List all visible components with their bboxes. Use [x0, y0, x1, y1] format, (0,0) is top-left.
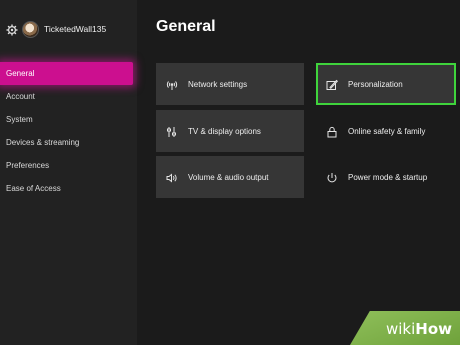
tile-label: Personalization [348, 79, 403, 89]
speaker-icon [166, 171, 178, 183]
sidebar-item-ease-of-access[interactable]: Ease of Access [0, 177, 137, 200]
sidebar-item-general[interactable]: General [0, 62, 133, 85]
gear-icon[interactable] [6, 23, 18, 36]
profile-header: TicketedWall135 [6, 19, 106, 39]
sidebar-item-devices-streaming[interactable]: Devices & streaming [0, 131, 137, 154]
tile-label: Volume & audio output [188, 172, 269, 182]
power-icon [326, 171, 338, 183]
sidebar-nav: General Account System Devices & streami… [0, 62, 137, 200]
tile-label: TV & display options [188, 126, 261, 136]
sidebar-item-system[interactable]: System [0, 108, 137, 131]
tv-icon [166, 125, 178, 137]
sidebar-item-account[interactable]: Account [0, 85, 137, 108]
avatar[interactable] [22, 20, 39, 38]
sidebar-item-preferences[interactable]: Preferences [0, 154, 137, 177]
watermark-logo: wikiHow [386, 320, 452, 338]
page-title: General [156, 18, 216, 35]
sidebar: TicketedWall135 General Account System D… [0, 0, 137, 345]
tile-label: Online safety & family [348, 126, 426, 136]
personalization-icon [326, 78, 338, 90]
personalization-tile[interactable]: Personalization [316, 63, 456, 105]
watermark-part2: How [415, 320, 452, 338]
tv-display-options-tile[interactable]: TV & display options [156, 110, 304, 152]
network-settings-tile[interactable]: Network settings [156, 63, 304, 105]
tile-label: Network settings [188, 79, 248, 89]
watermark-part1: wiki [385, 320, 416, 338]
volume-audio-output-tile[interactable]: Volume & audio output [156, 156, 304, 198]
power-mode-startup-tile[interactable]: Power mode & startup [316, 156, 456, 198]
online-safety-family-tile[interactable]: Online safety & family [316, 110, 456, 152]
tile-label: Power mode & startup [348, 172, 428, 182]
lock-icon [326, 125, 338, 138]
username: TicketedWall135 [44, 24, 107, 34]
network-icon [166, 78, 178, 90]
